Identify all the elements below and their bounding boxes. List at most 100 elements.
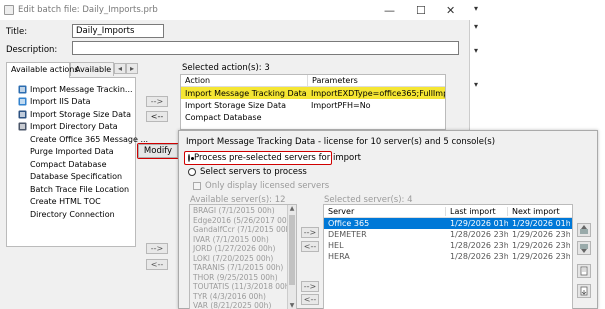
list-item[interactable]: Directory Connection (15, 208, 135, 221)
available-servers-scrollbar[interactable]: ▲ ▼ (287, 205, 296, 309)
list-item[interactable]: TARANIS (7/1/2015 00h) (193, 263, 293, 273)
radio-select-label: Select servers to process (200, 167, 307, 177)
description-label: Description: (6, 45, 58, 55)
list-item[interactable]: Database Specification (15, 171, 135, 184)
background-window: ▾ ▾ ▾ ▾ (470, 0, 605, 130)
available-actions-panel: Import Message Trackin... Import IIS Data… (6, 77, 148, 247)
list-item[interactable]: Batch Trace File Location (15, 183, 135, 196)
import-tracking-dialog: Import Message Tracking Data - license f… (178, 130, 598, 309)
list-item[interactable]: BRAGI (7/1/2015 00h) (193, 206, 293, 216)
maximize-button[interactable]: ☐ (416, 4, 426, 17)
list-item[interactable]: IVAR (7/1/2015 00h) (193, 235, 293, 245)
column-header-server[interactable]: Server (324, 206, 446, 216)
list-item[interactable]: Edge2016 (5/26/2017 00h) (193, 216, 294, 226)
title-field[interactable]: Daily_Imports (72, 24, 164, 38)
list-item[interactable]: TYR (4/3/2016 00h) (193, 292, 293, 302)
list-item[interactable]: JORD (1/27/2026 00h) (193, 244, 293, 254)
table-row[interactable]: Import Message Tracking Data ImportEXDTy… (181, 87, 445, 99)
server-cell: HEL (328, 241, 344, 250)
parameters-cell: ImportEXDType=office365;FullImport... (311, 88, 445, 98)
title-label: Title: (6, 27, 28, 37)
remove-server-button[interactable]: <-- (301, 241, 319, 252)
add-action-button[interactable]: --> (146, 96, 168, 107)
list-item[interactable]: Import Message Trackin... (15, 83, 135, 96)
close-button[interactable]: ✕ (446, 4, 455, 17)
list-item[interactable]: Import IIS Data (15, 96, 135, 109)
modify-button[interactable]: Modify (138, 144, 178, 158)
list-item-label: Database Specification (30, 172, 123, 182)
move-up-icon[interactable] (577, 223, 591, 237)
last-import-cell: 1/29/2026 01h (450, 219, 508, 228)
table-row[interactable]: HERA 1/28/2026 23h 1/29/2026 23h (324, 251, 572, 262)
export-document-icon[interactable] (577, 284, 591, 298)
tab-available-actions[interactable]: Available actions (6, 62, 79, 78)
description-field[interactable] (72, 41, 459, 55)
minimize-button[interactable]: — (384, 4, 395, 17)
server-cell: HERA (328, 252, 350, 261)
window-title: Edit batch file: Daily_Imports.prb (18, 5, 158, 15)
last-import-cell: 1/28/2026 23h (450, 252, 508, 261)
table-row[interactable]: Compact Database (181, 111, 445, 123)
list-item[interactable]: LOKI (7/20/2025 00h) (193, 254, 293, 264)
action-cell: Import Message Tracking Data (185, 88, 307, 98)
move-down-icon[interactable] (577, 241, 591, 255)
remove-action-button[interactable]: <-- (146, 111, 168, 122)
action-cell: Compact Database (185, 112, 262, 122)
remove-server-button-left[interactable]: <-- (146, 259, 168, 270)
next-import-cell: 1/29/2026 23h (512, 241, 570, 250)
add-all-servers-button[interactable]: --> (301, 281, 319, 292)
overlay-title: Import Message Tracking Data - license f… (186, 137, 496, 147)
list-item[interactable]: TOUTATIS (11/3/2018 00h) (193, 282, 293, 292)
column-header-parameters[interactable]: Parameters (307, 75, 445, 86)
list-item[interactable]: THOR (9/25/2015 00h) (193, 273, 293, 283)
list-item[interactable]: Import Storage Size Data (15, 108, 135, 121)
chevron-down-icon[interactable]: ▾ (474, 22, 478, 31)
tab-scroll-right[interactable]: ▸ (126, 63, 138, 74)
radio-preselected-label: Process pre-selected servers for import (194, 153, 362, 163)
list-item[interactable]: Import Directory Data (15, 121, 135, 134)
column-header-next-import[interactable]: Next import (508, 207, 570, 216)
list-item[interactable]: GandalfCcr (7/1/2015 00h) (193, 225, 293, 235)
next-import-cell: 1/29/2026 01h (512, 219, 570, 228)
radio-preselected-callout[interactable]: Process pre-selected servers for import (184, 151, 361, 165)
list-item[interactable]: Create Office 365 Message ... (15, 133, 148, 146)
radio-preselected[interactable] (188, 154, 194, 162)
add-server-button-left[interactable]: --> (146, 243, 168, 254)
chevron-down-icon[interactable]: ▾ (474, 80, 478, 89)
table-row[interactable]: DEMETER 1/28/2026 23h 1/29/2026 23h (324, 229, 572, 240)
only-licensed-checkbox[interactable] (193, 182, 201, 190)
selected-actions-header-row: Action Parameters (181, 75, 445, 87)
column-header-action[interactable]: Action (181, 75, 307, 86)
list-item[interactable]: Purge Imported Data (15, 146, 135, 159)
import-tracking-icon (18, 85, 27, 94)
chevron-down-icon[interactable]: ▾ (474, 46, 478, 55)
parameters-cell: ImportPFH=No (311, 100, 371, 110)
tab-scroll-left[interactable]: ◂ (114, 63, 126, 74)
list-item-label: Batch Trace File Location (30, 184, 130, 194)
chevron-down-icon[interactable]: ▾ (474, 4, 478, 13)
selected-servers-table: Server Last import Next import Office 36… (323, 204, 573, 309)
list-item[interactable]: VAR (8/21/2025 00h) (193, 301, 293, 309)
column-header-last-import[interactable]: Last import (446, 206, 508, 216)
scroll-up-icon[interactable]: ▲ (288, 205, 296, 212)
only-licensed-row[interactable]: Only display licensed servers (193, 181, 329, 191)
app-icon (4, 5, 14, 15)
available-servers-list[interactable]: BRAGI (7/1/2015 00h) Edge2016 (5/26/2017 … (189, 204, 297, 309)
scroll-down-icon[interactable]: ▼ (288, 302, 296, 309)
selected-actions-table: Action Parameters Import Message Trackin… (180, 74, 446, 130)
radio-select-row[interactable]: Select servers to process (188, 167, 307, 177)
table-row[interactable]: Office 365 1/29/2026 01h 1/29/2026 01h (324, 218, 572, 229)
import-iis-icon (18, 97, 27, 106)
table-row[interactable]: HEL 1/28/2026 23h 1/29/2026 23h (324, 240, 572, 251)
edit-document-icon[interactable] (577, 264, 591, 278)
import-storage-icon (18, 110, 27, 119)
add-server-button[interactable]: --> (301, 227, 319, 238)
remove-all-servers-button[interactable]: <-- (301, 294, 319, 305)
available-actions-list: Import Message Trackin... Import IIS Data… (15, 83, 148, 221)
table-row[interactable]: Import Storage Size Data ImportPFH=No (181, 99, 445, 111)
only-licensed-label: Only display licensed servers (205, 181, 330, 191)
radio-select[interactable] (188, 168, 196, 176)
list-item[interactable]: Compact Database (15, 158, 135, 171)
scroll-thumb[interactable] (289, 215, 295, 285)
list-item[interactable]: Create HTML TOC (15, 196, 135, 209)
